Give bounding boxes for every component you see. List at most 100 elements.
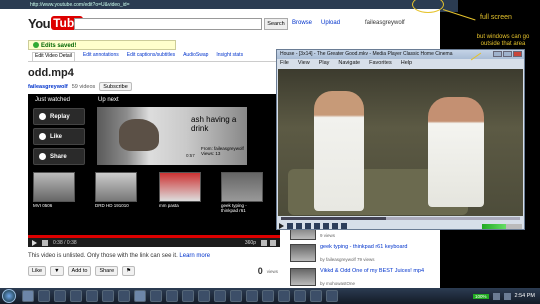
media-player-window[interactable]: House - [3x14] - The Greater Good.mkv - … xyxy=(276,49,525,230)
network-icon[interactable] xyxy=(492,292,500,300)
taskbar-app-icon[interactable] xyxy=(294,290,306,302)
close-button[interactable] xyxy=(513,51,522,57)
up-next-thumbnail[interactable]: ash having a drink From: faileasgreywolf… xyxy=(97,107,247,165)
taskbar-app-icon[interactable] xyxy=(246,290,258,302)
taskbar-app-icon[interactable] xyxy=(102,290,114,302)
speaker-icon[interactable] xyxy=(503,292,511,300)
like-button[interactable]: Like xyxy=(33,128,85,145)
taskbar-app-icon[interactable] xyxy=(70,290,82,302)
taskbar-app-icon[interactable] xyxy=(86,290,98,302)
learn-more-link[interactable]: Learn more xyxy=(179,253,210,259)
pause-icon[interactable] xyxy=(287,223,293,229)
related-mini-video[interactable]: geek typing - thinkpad r61 xyxy=(221,172,263,214)
search-input[interactable] xyxy=(74,18,262,30)
tab-edit-captions[interactable]: Edit captions/subtitles xyxy=(127,52,175,61)
browse-link[interactable]: Browse xyxy=(292,20,312,26)
subscribe-button[interactable]: Subscribe xyxy=(99,82,132,91)
related-title[interactable]: geek typing - thinkpad r61 keyboard xyxy=(320,244,440,250)
taskbar-app-icon[interactable] xyxy=(118,290,130,302)
desktop-screen: http://www.youtube.com/edit?o=U&video_id… xyxy=(0,0,540,304)
mini-thumbnail xyxy=(221,172,263,202)
previous-icon[interactable] xyxy=(305,223,311,229)
tab-edit-video-detail[interactable]: Edit Video Detail xyxy=(32,52,75,61)
forward-icon[interactable] xyxy=(323,223,329,229)
menu-navigate[interactable]: Navigate xyxy=(338,60,360,68)
video-player[interactable]: Just watched Up next Replay Like Share a… xyxy=(28,94,280,247)
play-icon[interactable] xyxy=(32,239,37,246)
fullscreen-icon[interactable] xyxy=(270,239,276,246)
upload-link[interactable]: Upload xyxy=(321,20,340,26)
menu-play[interactable]: Play xyxy=(319,60,330,68)
start-button[interactable] xyxy=(2,289,16,303)
videos-count[interactable]: 59 videos xyxy=(72,84,96,90)
battery-indicator[interactable]: 100% xyxy=(473,293,489,299)
flag-button[interactable]: ⚑ xyxy=(122,266,136,276)
browser-address-bar[interactable]: http://www.youtube.com/edit?o=U&video_id… xyxy=(0,0,440,9)
rewind-icon[interactable] xyxy=(314,223,320,229)
seek-bar[interactable] xyxy=(281,217,520,220)
maximize-button[interactable] xyxy=(503,51,512,57)
taskbar-app-icon[interactable] xyxy=(38,290,50,302)
add-to-button[interactable]: Add to xyxy=(67,266,92,276)
owner-name[interactable]: faileasgreywolf xyxy=(28,84,68,90)
action-row: Like ▼ Add to Share ⚑ 0 views xyxy=(28,265,278,277)
taskbar-app-icon[interactable] xyxy=(278,290,290,302)
related-mini-video[interactable]: mm pasta xyxy=(159,172,201,214)
list-item[interactable]: geek typing - thinkpad r61 keyboard by fa… xyxy=(290,242,440,266)
tab-insight-stats[interactable]: Insight stats xyxy=(216,52,243,61)
mini-caption: MVI 0506 xyxy=(33,203,53,208)
menu-help[interactable]: Help xyxy=(401,60,412,68)
stop-icon[interactable] xyxy=(296,223,302,229)
volume-slider[interactable] xyxy=(482,223,522,229)
video-frame[interactable] xyxy=(278,69,523,216)
share-action-button[interactable]: Share xyxy=(95,266,119,276)
frame-step-icon[interactable] xyxy=(341,223,347,229)
header-username[interactable]: faileasgreywolf xyxy=(365,20,405,26)
taskbar-app-icon[interactable] xyxy=(134,290,146,302)
taskbar-app-icon[interactable] xyxy=(262,290,274,302)
replay-button[interactable]: Replay xyxy=(33,108,85,125)
tab-audioswap[interactable]: AudioSwap xyxy=(183,52,208,61)
related-thumbnail xyxy=(290,244,316,262)
volume-icon[interactable] xyxy=(42,239,48,246)
popout-icon[interactable] xyxy=(261,239,267,246)
menu-file[interactable]: File xyxy=(280,60,289,68)
play-icon[interactable] xyxy=(279,223,284,229)
menu-view[interactable]: View xyxy=(298,60,310,68)
media-player-titlebar[interactable]: House - [3x14] - The Greater Good.mkv - … xyxy=(277,50,524,59)
next-icon[interactable] xyxy=(332,223,338,229)
seek-fill xyxy=(281,217,387,220)
list-item[interactable]: Vikkd & Odd One of my BEST Juices! mp4 by… xyxy=(290,266,440,288)
search-button[interactable]: Search xyxy=(264,18,288,30)
related-title[interactable]: Vikkd & Odd One of my BEST Juices! mp4 xyxy=(320,268,440,274)
share-button[interactable]: Share xyxy=(33,148,85,165)
taskbar-app-icon[interactable] xyxy=(198,290,210,302)
video-title: odd.mp4 xyxy=(28,67,74,79)
clock[interactable]: 2:54 PM xyxy=(515,293,535,299)
menu-favorites[interactable]: Favorites xyxy=(369,60,392,68)
taskbar-app-icon[interactable] xyxy=(310,290,322,302)
quality-selector[interactable]: 360p xyxy=(245,240,256,246)
just-watched-label: Just watched xyxy=(35,97,71,103)
taskbar-app-icon[interactable] xyxy=(150,290,162,302)
taskbar-app-icon[interactable] xyxy=(326,290,338,302)
taskbar-app-icon[interactable] xyxy=(166,290,178,302)
taskbar-app-icon[interactable] xyxy=(182,290,194,302)
list-item[interactable]: 9 views xyxy=(290,222,440,242)
related-mini-video[interactable]: MVI 0506 xyxy=(33,172,75,214)
taskbar-app-icon[interactable] xyxy=(54,290,66,302)
dislike-action-button[interactable]: ▼ xyxy=(50,266,64,276)
taskbar-app-icon[interactable] xyxy=(214,290,226,302)
views-count: 0 xyxy=(257,266,263,276)
window-controls xyxy=(493,51,522,57)
taskbar-app-icon[interactable] xyxy=(230,290,242,302)
tab-edit-annotations[interactable]: Edit annotations xyxy=(83,52,119,61)
up-next-title[interactable]: ash having a drink xyxy=(191,115,247,133)
annotation-outside-area: but windows can go outside that area xyxy=(476,34,530,47)
taskbar-app-icon[interactable] xyxy=(22,290,34,302)
unlisted-text: This video is unlisted. Only those with … xyxy=(28,253,178,259)
minimize-button[interactable] xyxy=(493,51,502,57)
annotation-full-screen: full screen xyxy=(480,14,512,21)
like-action-button[interactable]: Like xyxy=(28,266,47,276)
related-mini-video[interactable]: DRD HD 191010 xyxy=(95,172,137,214)
